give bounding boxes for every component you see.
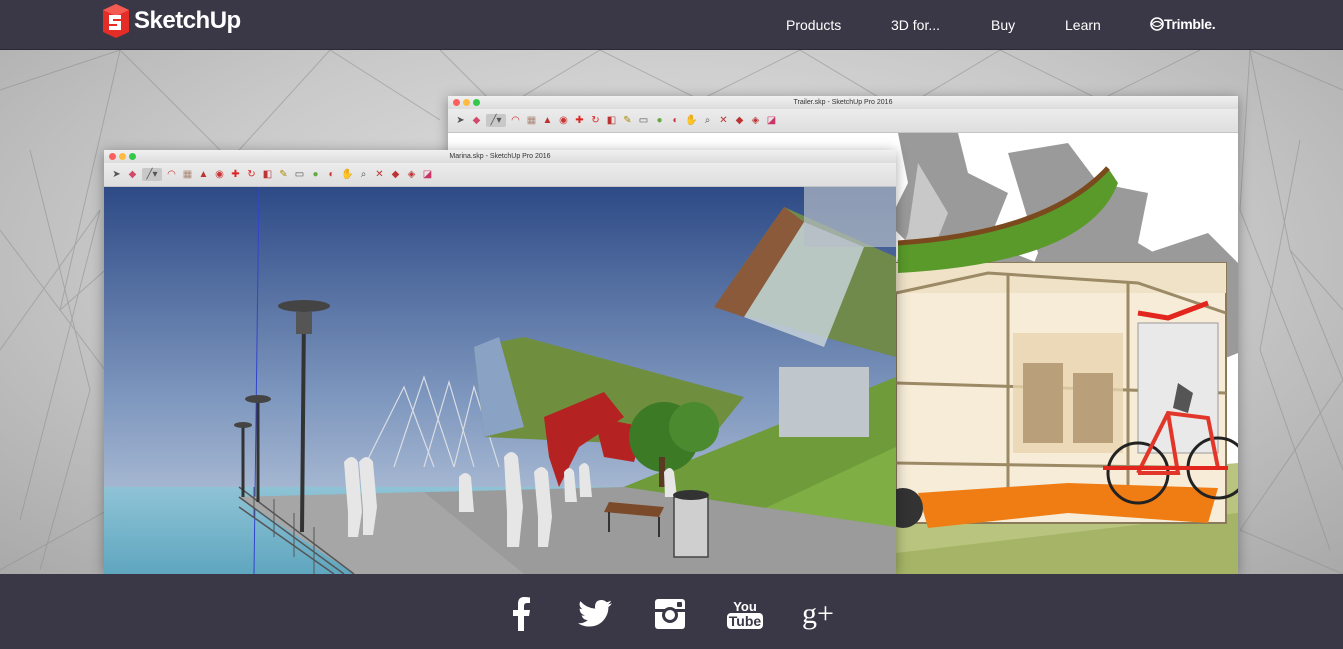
scale-icon[interactable]: ◧ <box>605 114 618 127</box>
layout-icon[interactable]: ◪ <box>765 114 778 127</box>
warehouse-icon[interactable]: ◆ <box>389 168 402 181</box>
tape-measure-icon[interactable]: ✎ <box>621 114 634 127</box>
site-header: SketchUp Products 3D for... Buy Learn Tr… <box>0 0 1343 50</box>
tape-measure-icon[interactable]: ✎ <box>277 168 290 181</box>
twitter-icon[interactable] <box>575 594 615 634</box>
rotate-icon[interactable]: ↻ <box>245 168 258 181</box>
marina-scene-illustration <box>104 186 896 574</box>
brand-name: SketchUp <box>134 7 241 34</box>
sketchup-logo-icon <box>103 4 129 38</box>
nav-3d-for[interactable]: 3D for... <box>891 17 940 33</box>
trailer-toolbar: ➤ ◆ ╱▾ ◠ ▦ ▲ ◉ ✚ ↻ ◧ ✎ ▭ ● ◐ ✋ ⌕ ✕ ◆ ◈ ◪ <box>448 109 1238 133</box>
paint-bucket-icon[interactable]: ● <box>653 114 666 127</box>
window-controls <box>109 153 136 160</box>
zoom-button[interactable] <box>129 153 136 160</box>
arc-tool-icon[interactable]: ◠ <box>509 114 522 127</box>
nav-buy[interactable]: Buy <box>991 17 1015 33</box>
trailer-window-title: Trailer.skp - SketchUp Pro 2016 <box>793 99 893 106</box>
push-pull-icon[interactable]: ▲ <box>541 114 554 127</box>
hero-banner: Trailer.skp - SketchUp Pro 2016 ➤ ◆ ╱▾ ◠… <box>0 50 1343 574</box>
layout-icon[interactable]: ◪ <box>421 168 434 181</box>
zoom-button[interactable] <box>473 99 480 106</box>
trimble-label: Trimble. <box>1164 16 1216 32</box>
select-tool-icon[interactable]: ➤ <box>110 168 123 181</box>
nav-products[interactable]: Products <box>786 17 841 33</box>
close-button[interactable] <box>109 153 116 160</box>
push-pull-icon[interactable]: ▲ <box>197 168 210 181</box>
pan-icon[interactable]: ✋ <box>685 114 698 127</box>
trimble-link[interactable]: Trimble. <box>1150 16 1216 32</box>
google-plus-icon[interactable]: g+ <box>798 594 838 634</box>
minimize-button[interactable] <box>463 99 470 106</box>
window-controls <box>453 99 480 106</box>
marina-window[interactable]: Marina.skp - SketchUp Pro 2016 ➤ ◆ ╱▾ ◠ … <box>104 150 896 574</box>
youtube-icon[interactable]: You Tube <box>725 594 765 634</box>
zoom-icon[interactable]: ⌕ <box>701 114 714 127</box>
trimble-globe-icon <box>1150 17 1164 31</box>
scale-icon[interactable]: ◧ <box>261 168 274 181</box>
pan-icon[interactable]: ✋ <box>341 168 354 181</box>
text-icon[interactable]: ▭ <box>293 168 306 181</box>
site-footer: You Tube g+ <box>0 574 1343 649</box>
text-icon[interactable]: ▭ <box>637 114 650 127</box>
marina-toolbar: ➤ ◆ ╱▾ ◠ ▦ ▲ ◉ ✚ ↻ ◧ ✎ ▭ ● ◐ ✋ ⌕ ✕ ◆ ◈ ◪ <box>104 163 896 187</box>
google-plus-text: g+ <box>802 597 834 630</box>
marina-window-titlebar[interactable]: Marina.skp - SketchUp Pro 2016 <box>104 150 896 163</box>
paint-bucket-icon[interactable]: ● <box>309 168 322 181</box>
select-tool-icon[interactable]: ➤ <box>454 114 467 127</box>
move-icon[interactable]: ✚ <box>229 168 242 181</box>
line-tool-icon[interactable]: ╱▾ <box>142 168 162 181</box>
facebook-icon[interactable] <box>501 594 541 634</box>
eraser-tool-icon[interactable]: ◆ <box>126 168 139 181</box>
move-icon[interactable]: ✚ <box>573 114 586 127</box>
warehouse-icon[interactable]: ◆ <box>733 114 746 127</box>
eraser-tool-icon[interactable]: ◆ <box>470 114 483 127</box>
youtube-tube-text: Tube <box>726 612 764 629</box>
sketchup-logo[interactable]: SketchUp <box>100 4 241 38</box>
close-button[interactable] <box>453 99 460 106</box>
shape-tool-icon[interactable]: ▦ <box>181 168 194 181</box>
offset-icon[interactable]: ◉ <box>213 168 226 181</box>
orbit-icon[interactable]: ◐ <box>325 168 338 181</box>
rotate-icon[interactable]: ↻ <box>589 114 602 127</box>
trailer-window-titlebar[interactable]: Trailer.skp - SketchUp Pro 2016 <box>448 96 1238 109</box>
zoom-extents-icon[interactable]: ✕ <box>373 168 386 181</box>
orbit-icon[interactable]: ◐ <box>669 114 682 127</box>
zoom-extents-icon[interactable]: ✕ <box>717 114 730 127</box>
minimize-button[interactable] <box>119 153 126 160</box>
instagram-icon[interactable] <box>650 594 690 634</box>
offset-icon[interactable]: ◉ <box>557 114 570 127</box>
youtube-you-text: You <box>733 598 757 614</box>
line-tool-icon[interactable]: ╱▾ <box>486 114 506 127</box>
extension-icon[interactable]: ◈ <box>405 168 418 181</box>
extension-icon[interactable]: ◈ <box>749 114 762 127</box>
shape-tool-icon[interactable]: ▦ <box>525 114 538 127</box>
marina-viewport[interactable] <box>104 186 896 574</box>
arc-tool-icon[interactable]: ◠ <box>165 168 178 181</box>
zoom-icon[interactable]: ⌕ <box>357 168 370 181</box>
nav-learn[interactable]: Learn <box>1065 17 1101 33</box>
marina-window-title: Marina.skp - SketchUp Pro 2016 <box>449 153 551 160</box>
